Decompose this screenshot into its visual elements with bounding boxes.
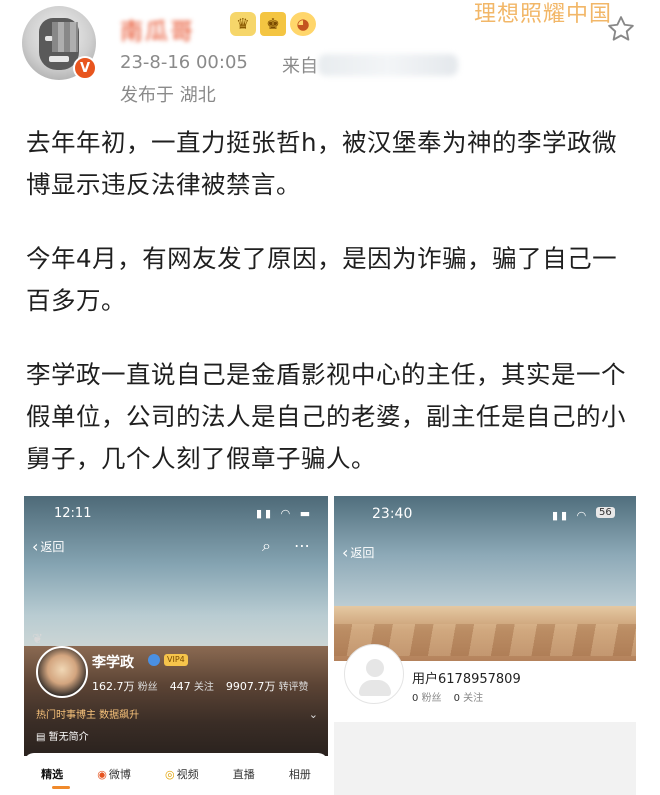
- tab-live[interactable]: 直播: [233, 766, 255, 782]
- more-icon[interactable]: ⋯: [294, 536, 310, 555]
- emoji-badge-icon: ◕: [290, 12, 316, 36]
- profile-tabs: 精选 ◉ 微博 ◎ 视频 直播 相册: [24, 753, 328, 795]
- watermark: 理想照耀中国: [474, 2, 613, 27]
- verified-badge-icon: V: [73, 56, 97, 80]
- likes-stat[interactable]: 9907.7万 转评赞: [226, 678, 309, 694]
- user-content-area: [334, 722, 636, 795]
- weibo-icon: ◉: [97, 767, 107, 781]
- post-source-redacted: [318, 54, 458, 76]
- fan-badge-icon: ♚: [260, 12, 286, 36]
- document-icon: ▤: [36, 732, 49, 743]
- post-header: V 南瓜哥 ♛ ♚ ◕ 23-8-16 00:05 来自 发布于 湖北 理想照耀…: [0, 0, 660, 112]
- status-icons: ▮▮ ◠ ▬: [256, 507, 314, 520]
- embedded-screenshot-profile[interactable]: 12:11 ▮▮ ◠ ▬ ‹ 返回 ⌕ ⋯ ❦ 李学政 VIP4 162.7万 …: [24, 496, 328, 795]
- user-stats: 0 粉丝 0 关注: [412, 689, 483, 704]
- post-paragraph: 去年年初，一直力挺张哲h，被汉堡奉为神的李学政微博显示违反法律被禁言。: [26, 128, 618, 199]
- tab-video[interactable]: ◎ 视频: [165, 766, 199, 782]
- tab-album[interactable]: 相册: [289, 766, 311, 782]
- avatar-mouth: [49, 56, 69, 62]
- chevron-down-icon[interactable]: ⌄: [309, 708, 318, 721]
- profile-stats: 162.7万 粉丝 447 关注 9907.7万 转评赞: [92, 678, 309, 694]
- back-button[interactable]: ‹ 返回: [32, 538, 64, 555]
- status-time: 23:40: [372, 506, 413, 522]
- tab-weibo[interactable]: ◉ 微博: [97, 766, 131, 782]
- video-icon: ◎: [165, 767, 175, 781]
- avatar-mosaic: [52, 22, 78, 52]
- verified-icon: [148, 654, 160, 666]
- tab-featured[interactable]: 精选: [41, 766, 63, 782]
- chevron-left-icon: ‹: [342, 542, 349, 562]
- post-timestamp: 23-8-16 00:05: [120, 52, 248, 73]
- embedded-screenshot-user[interactable]: 23:40 ▮▮ ◠ 56 ‹ 返回 用户6178957809 0 粉丝 0 关…: [334, 496, 636, 795]
- author-badges: ♛ ♚ ◕: [230, 12, 316, 36]
- status-time: 12:11: [54, 506, 92, 521]
- post-location: 发布于 湖北: [120, 85, 216, 106]
- status-icons: ▮▮ ◠: [552, 509, 590, 522]
- laurel-icon: ❦: [32, 632, 43, 647]
- post-paragraph: 今年4月，有网友发了原因，是因为诈骗，骗了自己一百多万。: [26, 244, 618, 315]
- vip-badge: VIP4: [164, 654, 188, 666]
- author-name[interactable]: 南瓜哥: [120, 12, 195, 46]
- post-source-label: 来自: [282, 56, 318, 77]
- default-avatar-icon[interactable]: [344, 644, 404, 704]
- followers-stat[interactable]: 162.7万 粉丝: [92, 678, 158, 694]
- hot-blogger-label[interactable]: 热门时事博主 数据飙升: [36, 706, 139, 721]
- profile-avatar[interactable]: [36, 646, 88, 698]
- crown-badge-icon: ♛: [230, 12, 256, 36]
- back-label: 返回: [350, 546, 375, 560]
- search-icon[interactable]: ⌕: [262, 536, 271, 556]
- fans-stat[interactable]: 0 粉丝: [412, 689, 442, 704]
- following-stat[interactable]: 447 关注: [170, 678, 214, 694]
- profile-intro: ▤ 暂无简介: [36, 732, 89, 743]
- follow-stat[interactable]: 0 关注: [454, 689, 484, 704]
- chevron-left-icon: ‹: [32, 536, 39, 556]
- active-tab-indicator: [52, 786, 70, 789]
- back-label: 返回: [40, 540, 65, 554]
- back-button[interactable]: ‹ 返回: [342, 544, 374, 561]
- profile-name: 李学政: [92, 655, 134, 671]
- post-paragraph: 李学政一直说自己是金盾影视中心的主任，其实是一个假单位，公司的法人是自己的老婆，…: [26, 360, 626, 473]
- star-icon[interactable]: [606, 14, 636, 44]
- battery-icon: 56: [596, 507, 615, 518]
- user-name: 用户6178957809: [412, 672, 521, 687]
